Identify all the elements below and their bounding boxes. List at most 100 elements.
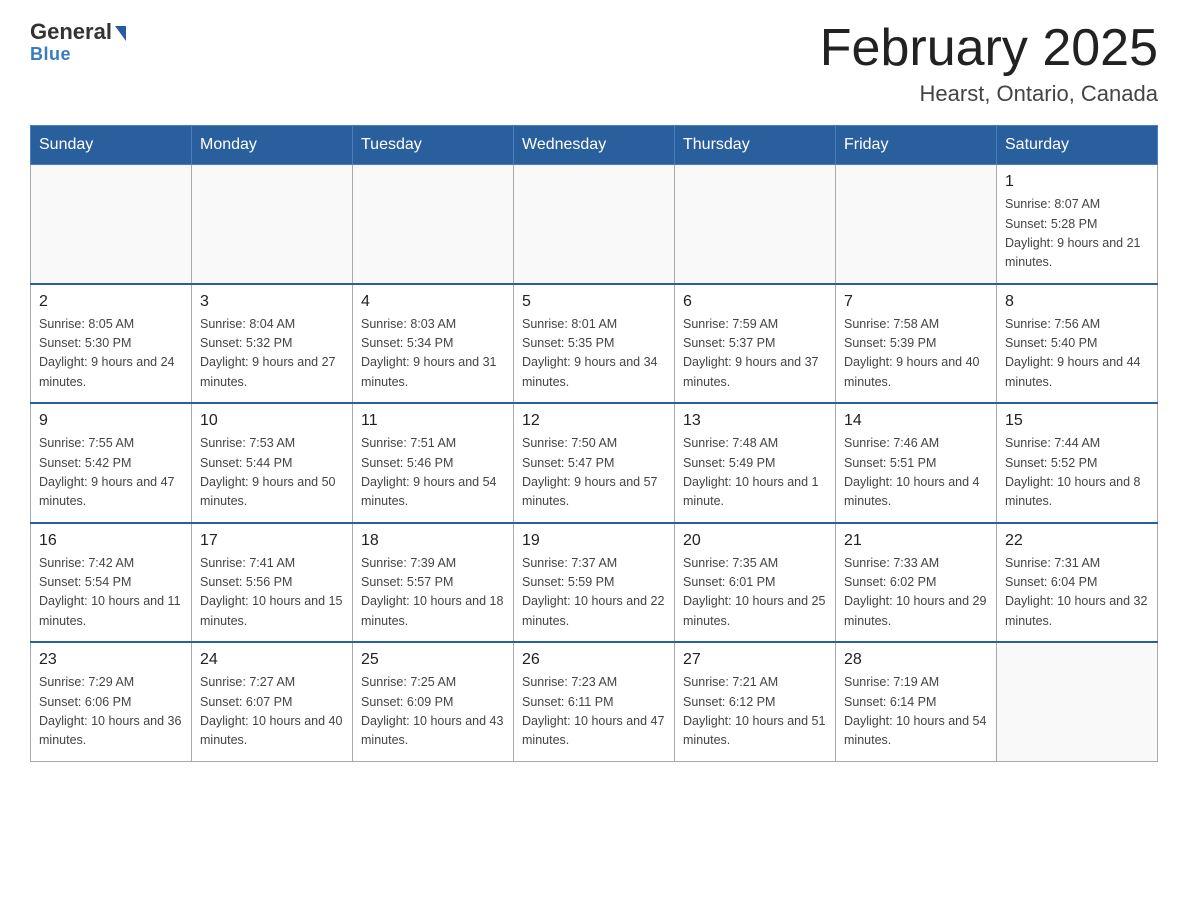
calendar-cell: 23 Sunrise: 7:29 AM Sunset: 6:06 PM Dayli… [31, 642, 192, 761]
day-number: 1 [1005, 173, 1149, 191]
calendar-cell: 10 Sunrise: 7:53 AM Sunset: 5:44 PM Dayli… [192, 403, 353, 523]
day-number: 28 [844, 651, 988, 669]
day-number: 16 [39, 532, 183, 550]
day-info: Sunrise: 8:01 AM Sunset: 5:35 PM Dayligh… [522, 315, 666, 393]
calendar-cell: 28Sunrise: 7:19 AM Sunset: 6:14 PM Dayli… [836, 642, 997, 761]
day-info: Sunrise: 7:51 AM Sunset: 5:46 PM Dayligh… [361, 434, 505, 512]
day-header-tuesday: Tuesday [353, 126, 514, 165]
calendar-cell: 19 Sunrise: 7:37 AM Sunset: 5:59 PM Dayli… [514, 523, 675, 643]
day-number: 23 [39, 651, 183, 669]
calendar-cell: 18 Sunrise: 7:39 AM Sunset: 5:57 PM Dayli… [353, 523, 514, 643]
logo: General Blue [30, 20, 126, 65]
day-info: Sunrise: 7:48 AM Sunset: 5:49 PM Dayligh… [683, 434, 827, 512]
day-info: Sunrise: 7:53 AM Sunset: 5:44 PM Dayligh… [200, 434, 344, 512]
day-header-friday: Friday [836, 126, 997, 165]
day-info: Sunrise: 7:37 AM Sunset: 5:59 PM Dayligh… [522, 554, 666, 632]
calendar-cell: 12 Sunrise: 7:50 AM Sunset: 5:47 PM Dayli… [514, 403, 675, 523]
day-info: Sunrise: 7:23 AM Sunset: 6:11 PM Dayligh… [522, 673, 666, 751]
day-number: 13 [683, 412, 827, 430]
day-header-sunday: Sunday [31, 126, 192, 165]
day-number: 19 [522, 532, 666, 550]
day-header-thursday: Thursday [675, 126, 836, 165]
day-number: 10 [200, 412, 344, 430]
day-info: Sunrise: 7:50 AM Sunset: 5:47 PM Dayligh… [522, 434, 666, 512]
calendar-cell: 27 Sunrise: 7:21 AM Sunset: 6:12 PM Dayli… [675, 642, 836, 761]
day-info: Sunrise: 8:07 AM Sunset: 5:28 PM Dayligh… [1005, 195, 1149, 273]
day-number: 15 [1005, 412, 1149, 430]
calendar-cell: 16 Sunrise: 7:42 AM Sunset: 5:54 PM Dayli… [31, 523, 192, 643]
calendar-cell: 11Sunrise: 7:51 AM Sunset: 5:46 PM Dayli… [353, 403, 514, 523]
calendar-week-row: 23 Sunrise: 7:29 AM Sunset: 6:06 PM Dayli… [31, 642, 1158, 761]
day-info: Sunrise: 7:25 AM Sunset: 6:09 PM Dayligh… [361, 673, 505, 751]
calendar-cell: 5 Sunrise: 8:01 AM Sunset: 5:35 PM Daylig… [514, 284, 675, 404]
calendar-cell: 21 Sunrise: 7:33 AM Sunset: 6:02 PM Dayli… [836, 523, 997, 643]
day-info: Sunrise: 7:35 AM Sunset: 6:01 PM Dayligh… [683, 554, 827, 632]
calendar-header-row: SundayMondayTuesdayWednesdayThursdayFrid… [31, 126, 1158, 165]
day-number: 7 [844, 293, 988, 311]
calendar-cell [353, 165, 514, 284]
day-number: 6 [683, 293, 827, 311]
day-number: 12 [522, 412, 666, 430]
day-number: 24 [200, 651, 344, 669]
day-number: 27 [683, 651, 827, 669]
calendar-cell [31, 165, 192, 284]
calendar-table: SundayMondayTuesdayWednesdayThursdayFrid… [30, 125, 1158, 762]
day-info: Sunrise: 8:03 AM Sunset: 5:34 PM Dayligh… [361, 315, 505, 393]
day-number: 25 [361, 651, 505, 669]
day-number: 14 [844, 412, 988, 430]
day-info: Sunrise: 8:04 AM Sunset: 5:32 PM Dayligh… [200, 315, 344, 393]
calendar-week-row: 1 Sunrise: 8:07 AM Sunset: 5:28 PM Daylig… [31, 165, 1158, 284]
page-header: General Blue February 2025 Hearst, Ontar… [30, 20, 1158, 107]
calendar-cell [675, 165, 836, 284]
calendar-cell: 4 Sunrise: 8:03 AM Sunset: 5:34 PM Daylig… [353, 284, 514, 404]
day-number: 17 [200, 532, 344, 550]
calendar-cell: 26Sunrise: 7:23 AM Sunset: 6:11 PM Dayli… [514, 642, 675, 761]
day-info: Sunrise: 7:44 AM Sunset: 5:52 PM Dayligh… [1005, 434, 1149, 512]
calendar-cell: 3Sunrise: 8:04 AM Sunset: 5:32 PM Daylig… [192, 284, 353, 404]
day-info: Sunrise: 7:27 AM Sunset: 6:07 PM Dayligh… [200, 673, 344, 751]
day-info: Sunrise: 7:31 AM Sunset: 6:04 PM Dayligh… [1005, 554, 1149, 632]
calendar-cell: 8Sunrise: 7:56 AM Sunset: 5:40 PM Daylig… [997, 284, 1158, 404]
day-number: 21 [844, 532, 988, 550]
day-info: Sunrise: 7:41 AM Sunset: 5:56 PM Dayligh… [200, 554, 344, 632]
calendar-cell: 6 Sunrise: 7:59 AM Sunset: 5:37 PM Daylig… [675, 284, 836, 404]
calendar-cell: 24 Sunrise: 7:27 AM Sunset: 6:07 PM Dayli… [192, 642, 353, 761]
day-number: 18 [361, 532, 505, 550]
day-info: Sunrise: 7:56 AM Sunset: 5:40 PM Dayligh… [1005, 315, 1149, 393]
calendar-cell: 25 Sunrise: 7:25 AM Sunset: 6:09 PM Dayli… [353, 642, 514, 761]
day-info: Sunrise: 7:42 AM Sunset: 5:54 PM Dayligh… [39, 554, 183, 632]
logo-text: General [30, 20, 126, 44]
calendar-cell [514, 165, 675, 284]
day-number: 9 [39, 412, 183, 430]
day-info: Sunrise: 7:46 AM Sunset: 5:51 PM Dayligh… [844, 434, 988, 512]
calendar-week-row: 9 Sunrise: 7:55 AM Sunset: 5:42 PM Daylig… [31, 403, 1158, 523]
calendar-cell: 20Sunrise: 7:35 AM Sunset: 6:01 PM Dayli… [675, 523, 836, 643]
month-title: February 2025 [820, 20, 1158, 77]
day-info: Sunrise: 7:59 AM Sunset: 5:37 PM Dayligh… [683, 315, 827, 393]
calendar-cell: 9 Sunrise: 7:55 AM Sunset: 5:42 PM Daylig… [31, 403, 192, 523]
calendar-cell: 2Sunrise: 8:05 AM Sunset: 5:30 PM Daylig… [31, 284, 192, 404]
calendar-cell: 22 Sunrise: 7:31 AM Sunset: 6:04 PM Dayli… [997, 523, 1158, 643]
day-info: Sunrise: 7:55 AM Sunset: 5:42 PM Dayligh… [39, 434, 183, 512]
calendar-cell [997, 642, 1158, 761]
calendar-week-row: 16 Sunrise: 7:42 AM Sunset: 5:54 PM Dayli… [31, 523, 1158, 643]
title-block: February 2025 Hearst, Ontario, Canada [820, 20, 1158, 107]
day-number: 22 [1005, 532, 1149, 550]
calendar-cell: 7Sunrise: 7:58 AM Sunset: 5:39 PM Daylig… [836, 284, 997, 404]
calendar-cell: 15 Sunrise: 7:44 AM Sunset: 5:52 PM Dayli… [997, 403, 1158, 523]
calendar-cell [836, 165, 997, 284]
day-info: Sunrise: 7:39 AM Sunset: 5:57 PM Dayligh… [361, 554, 505, 632]
calendar-week-row: 2Sunrise: 8:05 AM Sunset: 5:30 PM Daylig… [31, 284, 1158, 404]
day-number: 5 [522, 293, 666, 311]
logo-blue: Blue [30, 44, 71, 65]
day-header-saturday: Saturday [997, 126, 1158, 165]
calendar-cell: 14 Sunrise: 7:46 AM Sunset: 5:51 PM Dayli… [836, 403, 997, 523]
day-header-wednesday: Wednesday [514, 126, 675, 165]
day-info: Sunrise: 7:33 AM Sunset: 6:02 PM Dayligh… [844, 554, 988, 632]
location-title: Hearst, Ontario, Canada [820, 81, 1158, 107]
day-info: Sunrise: 7:21 AM Sunset: 6:12 PM Dayligh… [683, 673, 827, 751]
calendar-cell: 13 Sunrise: 7:48 AM Sunset: 5:49 PM Dayli… [675, 403, 836, 523]
day-number: 4 [361, 293, 505, 311]
day-number: 2 [39, 293, 183, 311]
day-info: Sunrise: 7:29 AM Sunset: 6:06 PM Dayligh… [39, 673, 183, 751]
